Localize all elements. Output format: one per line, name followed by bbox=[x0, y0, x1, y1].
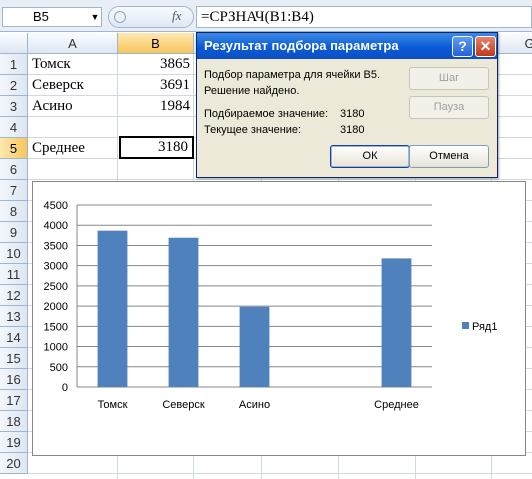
y-tick-label: 3500 bbox=[44, 240, 68, 252]
row-header-17[interactable]: 17 bbox=[0, 390, 28, 411]
name-box-dropdown-icon[interactable]: ▼ bbox=[88, 7, 102, 27]
row-header-8[interactable]: 8 bbox=[0, 201, 28, 222]
legend-label: Ряд1 bbox=[472, 321, 497, 333]
row-gridline bbox=[28, 179, 532, 180]
row-header-4[interactable]: 4 bbox=[0, 117, 28, 138]
active-cell-b5[interactable]: 3180 bbox=[119, 136, 194, 159]
current-value: 3180 bbox=[340, 124, 365, 136]
cell-a3[interactable]: Асино bbox=[32, 96, 73, 117]
cell-b1[interactable]: 3865 bbox=[119, 54, 190, 75]
row-header-10[interactable]: 10 bbox=[0, 243, 28, 264]
y-tick-label: 4500 bbox=[44, 200, 68, 212]
close-button[interactable]: ✕ bbox=[475, 36, 496, 57]
column-header-g[interactable]: G bbox=[492, 33, 532, 54]
bar-2 bbox=[168, 237, 199, 387]
step-button[interactable]: Шаг bbox=[409, 67, 489, 90]
row-header-5[interactable]: 5 bbox=[0, 138, 28, 159]
goal-seek-status-dialog: Результат подбора параметра ? ✕ Подбор п… bbox=[196, 32, 498, 178]
row-header-15[interactable]: 15 bbox=[0, 348, 28, 369]
bar-1 bbox=[97, 230, 128, 387]
row-header-7[interactable]: 7 bbox=[0, 180, 28, 201]
cell-b2[interactable]: 3691 bbox=[119, 75, 190, 96]
formula-input[interactable]: =СРЗНАЧ(B1:B4) bbox=[196, 6, 532, 28]
cell-b5-value: 3180 bbox=[158, 139, 188, 155]
row-header-18[interactable]: 18 bbox=[0, 411, 28, 432]
target-value-label: Подбираемое значение: bbox=[204, 108, 329, 120]
cancel-button[interactable]: Отмена bbox=[409, 145, 489, 168]
row-header-20[interactable]: 20 bbox=[0, 453, 28, 474]
x-tick-label: Томск bbox=[98, 399, 128, 411]
cell-a5[interactable]: Среднее bbox=[32, 138, 85, 159]
bar-chart: 0 500 1000 1500 2000 2500 3000 3500 4000 4500 Томс… bbox=[44, 200, 498, 411]
x-tick-label: Северск bbox=[162, 399, 205, 411]
y-tick-label: 3000 bbox=[44, 261, 68, 273]
row-header-19[interactable]: 19 bbox=[0, 432, 28, 453]
insert-function-icon[interactable]: fx bbox=[172, 8, 190, 24]
expand-formula-icon[interactable] bbox=[114, 11, 126, 23]
row-header-6[interactable]: 6 bbox=[0, 159, 28, 180]
y-tick-label: 2500 bbox=[44, 281, 68, 293]
row-header-14[interactable]: 14 bbox=[0, 327, 28, 348]
cell-a1[interactable]: Томск bbox=[32, 54, 71, 75]
legend-swatch bbox=[462, 322, 469, 329]
row-header-16[interactable]: 16 bbox=[0, 369, 28, 390]
row-header-1[interactable]: 1 bbox=[0, 54, 28, 75]
y-tick-label: 4000 bbox=[44, 220, 68, 232]
help-button[interactable]: ? bbox=[452, 36, 473, 57]
row-header-9[interactable]: 9 bbox=[0, 222, 28, 243]
row-header-2[interactable]: 2 bbox=[0, 75, 28, 96]
cell-a2[interactable]: Северск bbox=[32, 75, 84, 96]
chart-area[interactable]: 0 500 1000 1500 2000 2500 3000 3500 4000 4500 Томс… bbox=[32, 181, 526, 456]
select-all-corner[interactable] bbox=[0, 33, 28, 54]
row-header-3[interactable]: 3 bbox=[0, 96, 28, 117]
y-tick-label: 500 bbox=[50, 362, 68, 374]
row-header-11[interactable]: 11 bbox=[0, 264, 28, 285]
y-tick-label: 1500 bbox=[44, 321, 68, 333]
solution-found-text: Решение найдено. bbox=[204, 85, 300, 97]
current-value-label: Текущее значение: bbox=[204, 124, 302, 136]
dialog-title: Результат подбора параметра bbox=[204, 38, 399, 53]
bar-5 bbox=[381, 258, 412, 387]
row-header-13[interactable]: 13 bbox=[0, 306, 28, 327]
row-gridline bbox=[28, 473, 532, 474]
target-value: 3180 bbox=[340, 108, 365, 120]
bar-3 bbox=[239, 306, 270, 387]
column-header-b[interactable]: B bbox=[118, 33, 194, 54]
ok-button[interactable]: ОК bbox=[330, 145, 410, 168]
y-tick-label: 0 bbox=[62, 382, 68, 394]
pause-button[interactable]: Пауза bbox=[409, 96, 489, 119]
cell-b3[interactable]: 1984 bbox=[119, 96, 190, 117]
x-tick-label: Асино bbox=[239, 399, 270, 411]
x-tick-label: Среднее bbox=[374, 399, 419, 411]
goal-seek-cell-text: Подбор параметра для ячейки B5. bbox=[204, 69, 381, 81]
column-header-a[interactable]: A bbox=[28, 33, 118, 54]
y-tick-label: 2000 bbox=[44, 301, 68, 313]
name-box[interactable]: B5 bbox=[2, 7, 102, 27]
y-tick-label: 1000 bbox=[44, 342, 68, 354]
row-header-12[interactable]: 12 bbox=[0, 285, 28, 306]
